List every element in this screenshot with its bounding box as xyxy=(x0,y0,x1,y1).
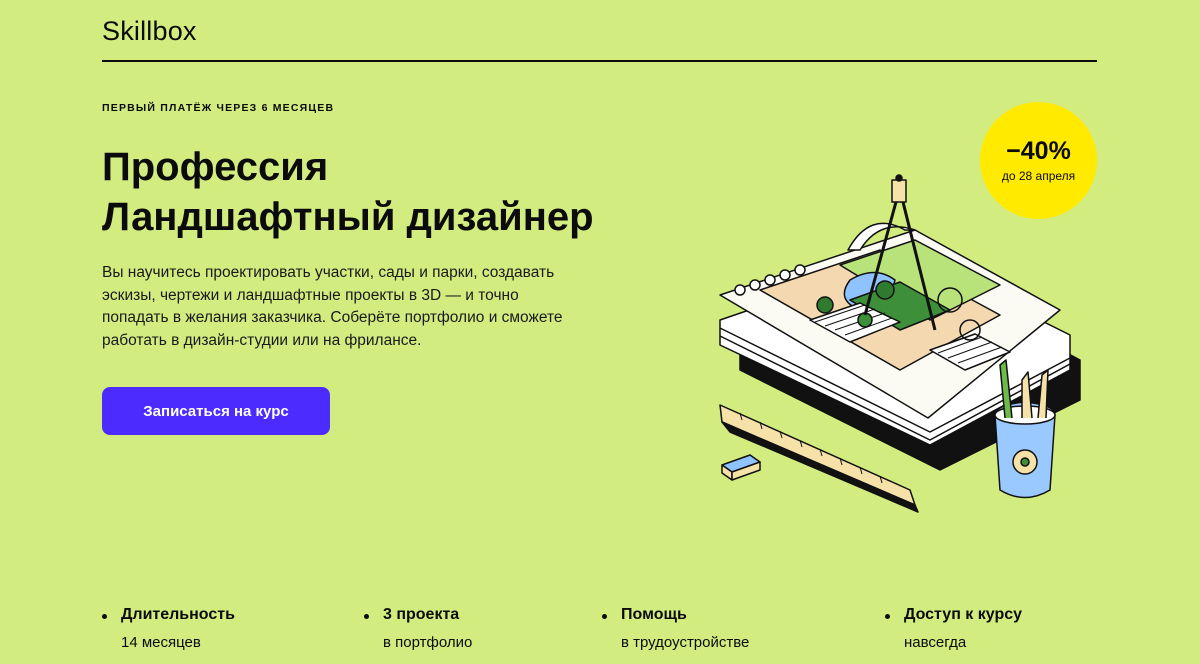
feature-subtitle: в трудоустройстве xyxy=(621,634,750,651)
header-divider xyxy=(102,60,1097,62)
bullet-icon xyxy=(885,614,890,619)
feature-title: 3 проекта xyxy=(383,606,460,623)
landscape-plan-illustration xyxy=(719,174,1081,513)
bullet-icon xyxy=(364,614,369,619)
feature-subtitle: 14 месяцев xyxy=(121,634,201,651)
skillbox-logo[interactable]: Skillbox xyxy=(102,16,197,47)
discount-value: −40% xyxy=(1006,137,1071,165)
enroll-button[interactable]: Записаться на курс xyxy=(102,387,330,435)
title-line-1: Профессия xyxy=(102,145,329,189)
page-title: Профессия Ландшафтный дизайнер xyxy=(102,142,594,242)
feature-title: Помощь xyxy=(621,606,687,623)
hero-kicker: Первый платёж через 6 месяцев xyxy=(102,102,335,114)
title-line-2: Ландшафтный дизайнер xyxy=(102,195,594,239)
bullet-icon xyxy=(602,614,607,619)
feature-subtitle: навсегда xyxy=(904,634,967,651)
feature-title: Длительность xyxy=(121,606,235,623)
bullet-icon xyxy=(102,614,107,619)
discount-badge: −40% до 28 апреля xyxy=(980,102,1097,219)
feature-title: Доступ к курсу xyxy=(904,606,1023,623)
course-features: Длительность 14 месяцев 3 проекта в порт… xyxy=(102,604,1102,664)
hero-description: Вы научитесь проектировать участки, сады… xyxy=(102,264,563,349)
discount-deadline: до 28 апреля xyxy=(1001,169,1076,183)
feature-subtitle: в портфолио xyxy=(383,634,473,651)
